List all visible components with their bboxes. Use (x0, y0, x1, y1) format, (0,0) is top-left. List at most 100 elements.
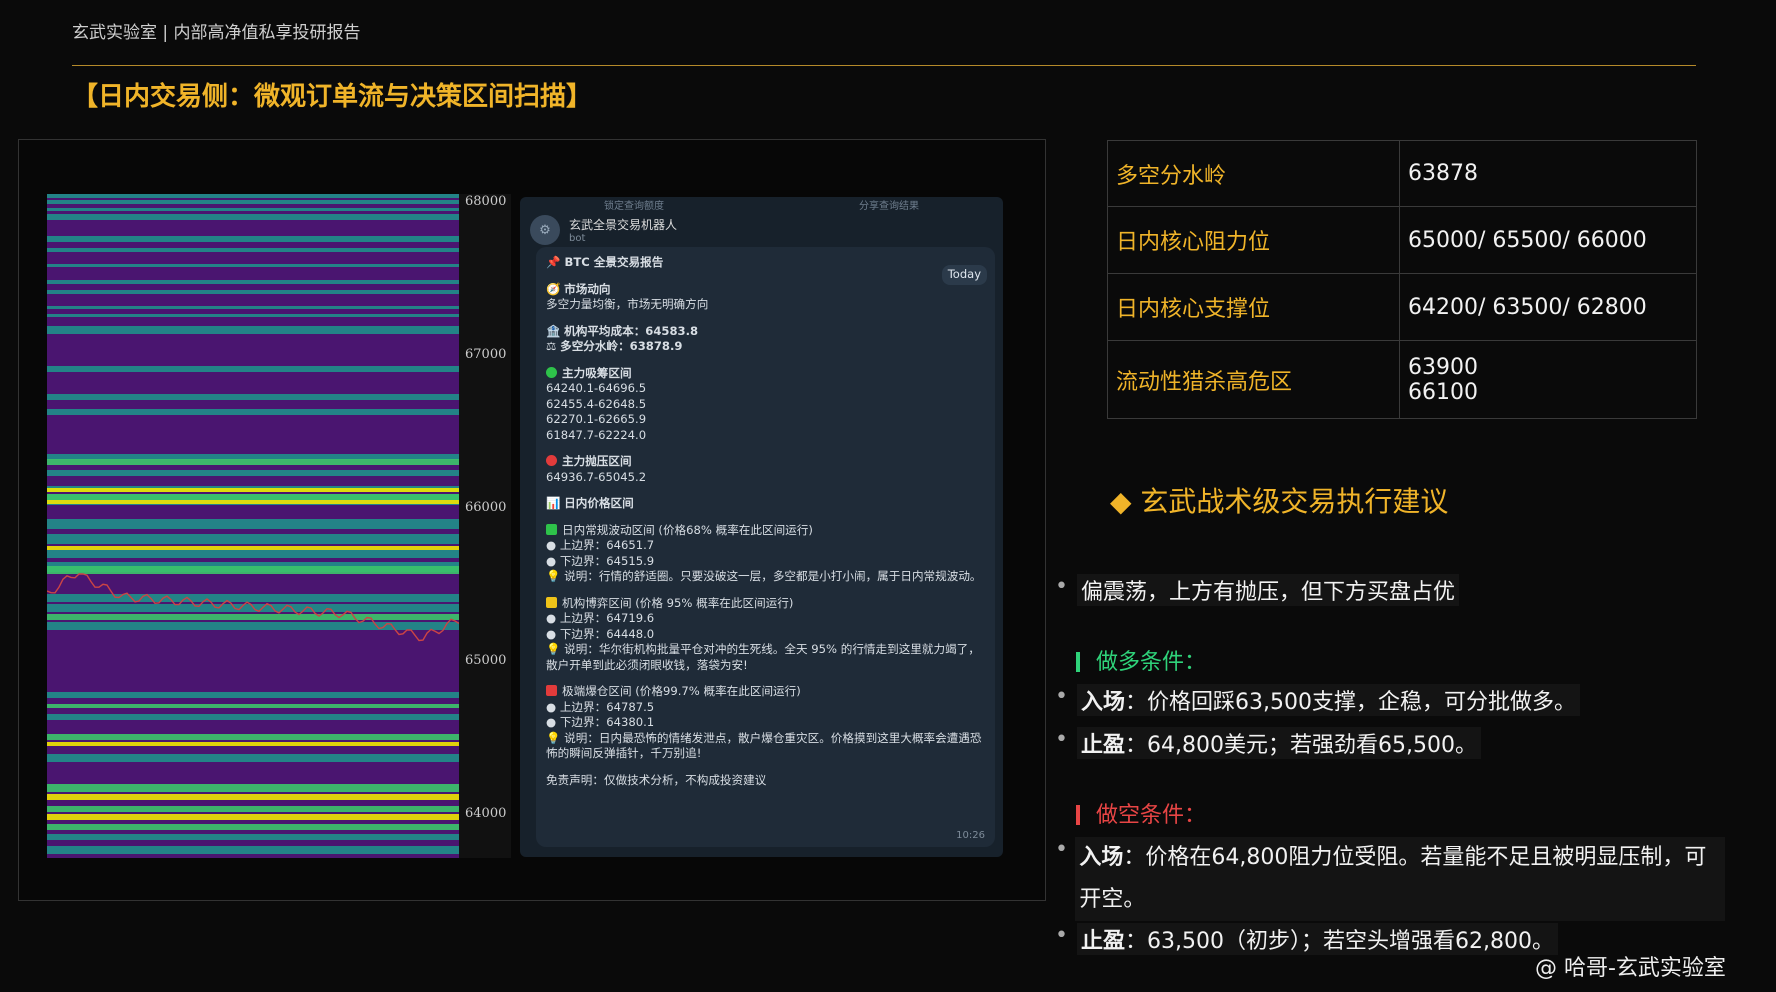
green-square-icon (546, 523, 557, 535)
y-tick-66000: 66000 (465, 500, 507, 515)
heatmap-band (47, 470, 459, 476)
level-value-line: 66100 (1408, 379, 1478, 405)
date-badge: Today (941, 265, 987, 285)
heatmap-band (47, 534, 459, 544)
heatmap-band (47, 614, 459, 620)
long-entry-bullet: • 入场：价格回踩63,500支撑，企稳，可分批做多。 (1055, 684, 1580, 716)
heatmap-band (47, 846, 459, 854)
heatmap-band (47, 208, 459, 211)
press-title: 主力抛压区间 (562, 454, 632, 468)
level-label: 多空分水岭 (1107, 140, 1400, 207)
long-tp-text: ：64,800美元；若强劲看65,500。 (1125, 733, 1477, 758)
report-header: 玄武实验室 | 内部高净值私享投研报告 (72, 23, 361, 43)
level-value: 63900 66100 (1399, 340, 1697, 419)
chart-icon: 📊 (546, 496, 565, 510)
share-result-link[interactable]: 分享查询结果 (859, 197, 919, 212)
long-entry-key: 入场 (1081, 690, 1126, 715)
normal-lower: 下边界：64515.9 (559, 553, 655, 568)
market-title: 市场动向 (564, 281, 611, 296)
heatmap-band (47, 824, 459, 830)
table-row: 多空分水岭 63878 (1107, 140, 1697, 207)
disclaimer: 免责声明：仅做技术分析，不构成投资建议 (546, 772, 767, 787)
heatmap-band (47, 704, 459, 708)
liquidity-heatmap (47, 194, 459, 858)
heatmap-band (47, 200, 459, 204)
level-label: 流动性猎杀高危区 (1107, 340, 1400, 419)
heatmap-band (47, 546, 459, 550)
bulb-icon: 💡 (546, 730, 565, 745)
long-tp-key: 止盈 (1081, 733, 1126, 758)
heatmap-band (47, 306, 459, 309)
absorb-range: 64240.1-64696.5 (546, 381, 647, 395)
press-range: 64936.7-65045.2 (546, 469, 647, 484)
red-square-icon (546, 685, 557, 696)
bot-label: bot (569, 233, 586, 244)
watermark: @ 哈哥-玄武实验室 (1535, 956, 1726, 981)
ext-note: 说明：日内最恐怖的情绪发泄点，散户爆仓重灾区。价格摸到这里大概率会遭遇恐怖的瞬间… (546, 730, 982, 761)
short-entry-bullet: • 入场：价格在64,800阻力位受阻。若量能不足且被明显压制，可开空。 (1055, 837, 1725, 921)
message-time: 10:26 (956, 829, 985, 841)
absorb-range: 62270.1-62665.9 (546, 412, 647, 426)
bias-bullet: • 偏震荡，上方有抛压，但下方买盘占优 (1055, 574, 1460, 606)
heatmap-band (47, 834, 459, 840)
compass-icon: 🧭 (546, 281, 565, 296)
header-divider (72, 65, 1696, 66)
heatmap-band (47, 794, 459, 800)
short-title: 做空条件： (1096, 803, 1207, 828)
short-entry-text: ：价格在64,800阻力位受阻。若量能不足且被明显压制，可开空。 (1079, 845, 1707, 912)
heatmap-band (47, 214, 459, 220)
advice-title: ◆ 玄武战术级交易执行建议 (1110, 485, 1449, 518)
inst-note: 说明：华尔街机构批量平仓对冲的生死线。全天 95% 的行情走到这里就力竭了，散户… (546, 642, 980, 672)
table-row: 日内核心支撑位 64200/ 63500/ 62800 (1107, 273, 1697, 341)
heatmap-band (47, 622, 459, 630)
table-row: 日内核心阻力位 65000/ 65500/ 66000 (1107, 206, 1697, 274)
absorb-range: 62455.4-62648.5 (546, 396, 647, 411)
heatmap-band (47, 734, 459, 740)
heatmap-band (47, 394, 459, 400)
pin-icon: 📌 (546, 255, 565, 269)
divide-line: 多空分水岭：63878.9 (560, 339, 683, 353)
level-value: 63878 (1399, 140, 1697, 207)
normal-title: 日内常规波动区间 (价格68% 概率在此区间运行) (562, 522, 813, 537)
cost-line: 机构平均成本：64583.8 (564, 323, 699, 338)
bulb-icon: 💡 (546, 642, 565, 656)
telegram-chat-panel: 锁定查询额度 分享查询结果 ⚙ 玄武全景交易机器人 bot Today 📌 BT… (520, 197, 1003, 857)
level-label: 日内核心阻力位 (1107, 206, 1400, 274)
range-title: 日内价格区间 (564, 496, 634, 510)
heatmap-band (47, 754, 459, 762)
short-tp-key: 止盈 (1081, 929, 1126, 954)
heatmap-band (47, 806, 459, 812)
y-tick-67000: 67000 (465, 347, 507, 362)
heatmap-band (47, 519, 459, 529)
bot-avatar-icon: ⚙ (530, 215, 560, 245)
red-circle-icon (546, 455, 557, 466)
bot-header[interactable]: ⚙ 玄武全景交易机器人 bot (520, 209, 1003, 251)
key-levels-table: 多空分水岭 63878 日内核心阻力位 65000/ 65500/ 66000 … (1107, 140, 1697, 419)
long-title: 做多条件： (1096, 650, 1207, 675)
heatmap-band (47, 264, 459, 267)
long-conditions-heading: 做多条件： (1076, 644, 1206, 676)
absorb-title: 主力吸筹区间 (562, 365, 632, 380)
heatmap-band (47, 280, 459, 284)
y-tick-64000: 64000 (465, 806, 507, 821)
heatmap-band (47, 409, 459, 415)
heatmap-band (47, 566, 459, 574)
table-row: 流动性猎杀高危区 63900 66100 (1107, 340, 1697, 419)
y-tick-68000: 68000 (465, 194, 507, 209)
price-axis: 68000 67000 66000 65000 64000 (459, 194, 511, 858)
level-value: 65000/ 65500/ 66000 (1399, 206, 1697, 274)
level-label: 日内核心支撑位 (1107, 273, 1400, 341)
heatmap-band (47, 236, 459, 242)
normal-note: 说明：行情的舒适圈。只要没破这一层，多空都是小打小闹，属于日内常规波动。 (564, 569, 982, 583)
ext-lower: 下边界：64380.1 (559, 715, 655, 729)
lock-query-link[interactable]: 锁定查询额度 (604, 197, 664, 212)
report-title: BTC 全景交易报告 (564, 255, 664, 269)
green-circle-icon (546, 366, 557, 378)
heatmap-band (47, 692, 459, 698)
heatmap-band (47, 784, 459, 792)
long-entry-text: ：价格回踩63,500支撑，企稳，可分批做多。 (1125, 690, 1576, 715)
normal-upper: 上边界：64651.7 (559, 538, 655, 552)
short-entry-key: 入场 (1079, 845, 1124, 870)
level-value: 64200/ 63500/ 62800 (1399, 273, 1697, 341)
yellow-square-icon (546, 596, 557, 608)
